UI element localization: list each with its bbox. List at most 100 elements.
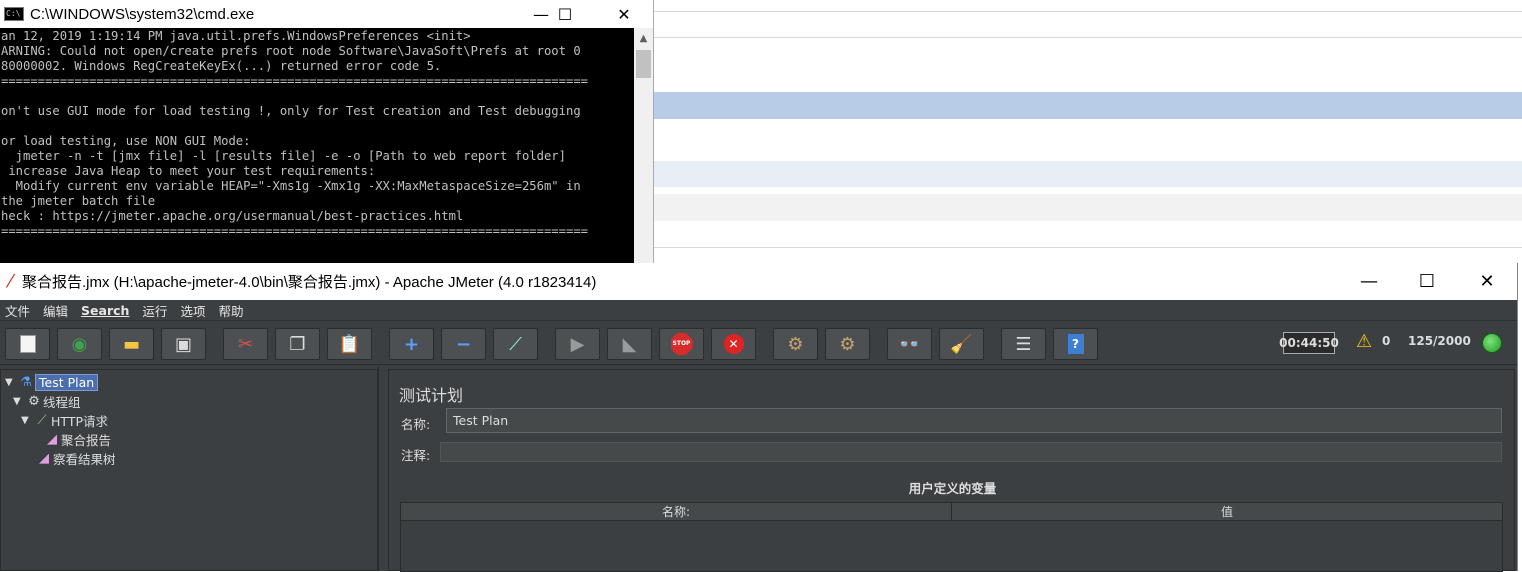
save-button[interactable]: ▣ <box>161 328 206 360</box>
expand-arrow-icon[interactable]: ▼ <box>13 396 25 407</box>
cmd-app-icon: C:\ <box>4 7 24 21</box>
comment-field[interactable] <box>440 442 1502 462</box>
warning-icon[interactable]: ⚠ <box>1356 331 1378 353</box>
bg-row-divider <box>654 11 1522 12</box>
help-button[interactable]: ? <box>1053 328 1098 360</box>
stop-button[interactable]: STOP <box>659 328 704 360</box>
menu-edit[interactable]: 编辑 <box>43 301 68 320</box>
cmd-title: C:\WINDOWS\system32\cmd.exe <box>30 5 255 23</box>
shutdown-button[interactable]: ✕ <box>711 328 756 360</box>
comment-label: 注释: <box>401 448 431 463</box>
start-no-timers-button[interactable]: ◣ <box>607 328 652 360</box>
save-icon: ▣ <box>174 333 192 355</box>
column-header-name[interactable]: 名称: <box>401 503 951 520</box>
cmd-console[interactable]: an 12, 2019 1:19:14 PM java.util.prefs.W… <box>0 28 634 263</box>
paste-button[interactable]: 📋 <box>327 328 372 360</box>
bg-row-divider <box>654 37 1522 38</box>
cmd-window[interactable]: C:\ C:\WINDOWS\system32\cmd.exe — ☐ ✕ an… <box>0 0 654 263</box>
column-header-value[interactable]: 值 <box>951 503 1502 520</box>
user-variables-title: 用户定义的变量 <box>908 481 997 496</box>
tree-label: Test Plan <box>35 374 99 391</box>
cmd-output: an 12, 2019 1:19:14 PM java.util.prefs.W… <box>1 29 588 238</box>
name-field[interactable]: Test Plan <box>446 408 1502 433</box>
gear-icon: ⚙ <box>28 394 40 409</box>
minus-icon: − <box>455 333 472 355</box>
jmeter-titlebar[interactable]: ⁄ 聚合报告.jmx (H:\apache-jmeter-4.0\bin\聚合报… <box>0 263 1517 300</box>
menu-run[interactable]: 运行 <box>142 301 167 320</box>
jmeter-minimize-button[interactable]: — <box>1340 263 1398 300</box>
scissors-icon: ✂ <box>237 333 254 355</box>
bg-row-highlight <box>654 161 1522 187</box>
broom-icon: 🧹 <box>950 333 973 355</box>
open-button[interactable]: ▬ <box>109 328 154 360</box>
collapse-button[interactable]: − <box>441 328 486 360</box>
menu-help[interactable]: 帮助 <box>218 301 243 320</box>
jmeter-window[interactable]: ⁄ 聚合报告.jmx (H:\apache-jmeter-4.0\bin\聚合报… <box>0 263 1518 572</box>
tree-node-view-results-tree[interactable]: ◢ 察看结果树 <box>35 449 116 468</box>
templates-icon: ◉ <box>71 333 88 355</box>
expand-button[interactable]: + <box>389 328 434 360</box>
menu-search[interactable]: Search <box>81 303 129 318</box>
pane-splitter[interactable] <box>378 366 388 571</box>
cmd-scrollbar[interactable]: ▲ <box>634 28 653 263</box>
cmd-scroll-thumb[interactable] <box>636 50 651 78</box>
menu-options[interactable]: 选项 <box>180 301 205 320</box>
clear-button[interactable]: ⚙ <box>773 328 818 360</box>
binoculars-icon: 👓 <box>898 333 921 355</box>
expand-arrow-icon[interactable]: ▼ <box>5 377 17 388</box>
function-helper-button[interactable]: ☰ <box>1001 328 1046 360</box>
tree-label: 线程组 <box>43 395 81 410</box>
jmeter-title: 聚合报告.jmx (H:\apache-jmeter-4.0\bin\聚合报告.… <box>22 274 597 291</box>
background-edge <box>1518 263 1522 571</box>
start-button[interactable]: ▶ <box>555 328 600 360</box>
bg-row-divider <box>654 247 1522 248</box>
broom-all-icon: ⚙ <box>839 333 856 355</box>
active-threads: 125/2000 <box>1408 334 1471 348</box>
play-icon: ▶ <box>570 333 585 355</box>
paste-icon: 📋 <box>338 333 361 355</box>
tree-label: 察看结果树 <box>53 452 116 467</box>
reset-search-button[interactable]: 🧹 <box>939 328 984 360</box>
tree-node-test-plan[interactable]: ▼ ⚗ Test Plan <box>5 373 99 392</box>
stop-icon: STOP <box>670 333 693 355</box>
toolbar: ◉ ▬ ▣ ✂ ❐ 📋 + − ⟋ ▶ ◣ STOP ✕ ⚙ ⚙ 👓 🧹 ☰ ?… <box>0 321 1517 365</box>
toggle-button[interactable]: ⟋ <box>493 328 538 360</box>
templates-button[interactable]: ◉ <box>57 328 102 360</box>
test-plan-panel: 测试计划 名称: Test Plan 注释: 用户定义的变量 名称: 值 <box>388 369 1515 572</box>
cmd-close-button[interactable]: ✕ <box>601 0 647 28</box>
copy-icon: ❐ <box>289 333 306 355</box>
cmd-maximize-button[interactable]: ☐ <box>542 0 588 28</box>
tree-label: HTTP请求 <box>51 414 108 429</box>
folder-icon: ▬ <box>122 333 140 355</box>
help-book-icon: ? <box>1067 334 1084 354</box>
tree-node-thread-group[interactable]: ▼ ⚙ 线程组 <box>13 392 81 411</box>
elapsed-timer: 00:44:50 <box>1279 332 1339 354</box>
menu-bar: 文件 编辑 Search 运行 选项 帮助 <box>0 300 1517 321</box>
scroll-up-icon[interactable]: ▲ <box>634 28 653 48</box>
tree-node-aggregate-report[interactable]: ◢ 聚合报告 <box>43 430 111 449</box>
list-icon: ☰ <box>1015 333 1032 355</box>
panel-title: 测试计划 <box>399 386 464 405</box>
clear-all-button[interactable]: ⚙ <box>825 328 870 360</box>
user-variables-table[interactable]: 名称: 值 <box>400 502 1503 572</box>
test-tree[interactable]: ▼ ⚗ Test Plan ▼ ⚙ 线程组 ▼ ⟋ HTTP请求 ◢ 聚合报告 … <box>0 369 378 571</box>
jmeter-close-button[interactable]: ✕ <box>1458 263 1516 300</box>
bg-row-alt <box>654 194 1522 221</box>
plus-icon: + <box>403 333 420 355</box>
expand-arrow-icon[interactable]: ▼ <box>21 415 33 426</box>
new-button[interactable] <box>5 328 50 360</box>
menu-file[interactable]: 文件 <box>5 301 30 320</box>
pipette-icon: ⟋ <box>37 413 47 428</box>
wand-icon: ⟋ <box>509 333 522 355</box>
cmd-titlebar[interactable]: C:\ C:\WINDOWS\system32\cmd.exe — ☐ ✕ <box>0 0 653 28</box>
jmeter-feather-icon: ⁄ <box>9 271 13 292</box>
cut-button[interactable]: ✂ <box>223 328 268 360</box>
search-button[interactable]: 👓 <box>887 328 932 360</box>
flask-icon: ⚗ <box>20 375 32 390</box>
tree-node-http-request[interactable]: ▼ ⟋ HTTP请求 <box>21 411 108 430</box>
warning-count: 0 <box>1382 334 1391 348</box>
copy-button[interactable]: ❐ <box>275 328 320 360</box>
running-status-icon <box>1482 333 1502 353</box>
jmeter-maximize-button[interactable]: ☐ <box>1398 263 1456 300</box>
main-area: ▼ ⚗ Test Plan ▼ ⚙ 线程组 ▼ ⟋ HTTP请求 ◢ 聚合报告 … <box>0 366 1518 572</box>
